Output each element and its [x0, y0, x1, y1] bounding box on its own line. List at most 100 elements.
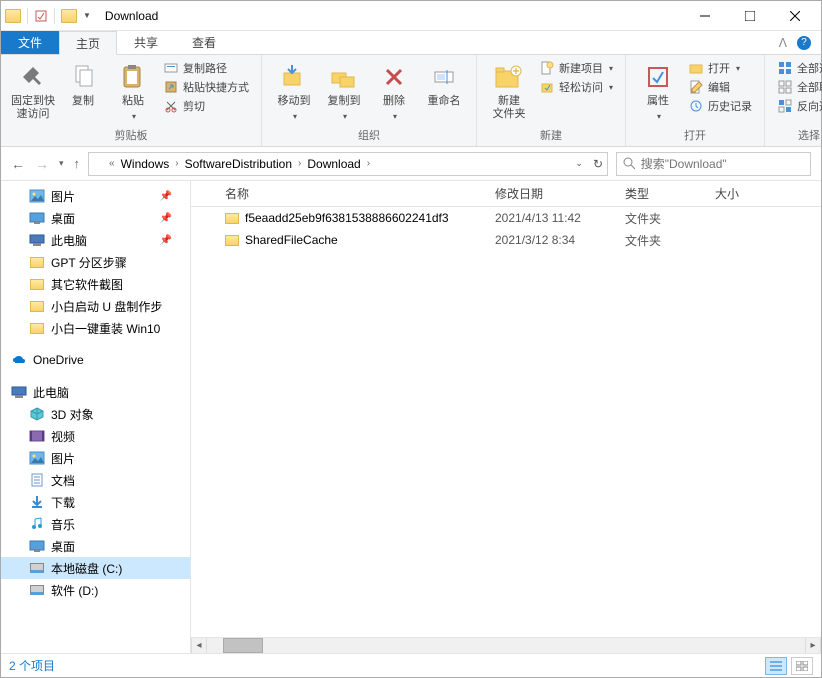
edit-button[interactable]: 编辑: [684, 78, 756, 96]
paste-shortcut-button[interactable]: 粘贴快捷方式: [159, 78, 253, 96]
up-button[interactable]: ↑: [74, 156, 81, 171]
pictures-icon: [29, 450, 45, 466]
status-bar: 2 个项目: [1, 653, 821, 677]
3d-icon: [29, 406, 45, 422]
breadcrumb-1[interactable]: SoftwareDistribution: [181, 157, 296, 171]
breadcrumb-root-chevron[interactable]: «: [109, 158, 115, 169]
pc-icon: [29, 232, 45, 248]
tab-file[interactable]: 文件: [1, 31, 59, 54]
sidebar-item[interactable]: 小白启动 U 盘制作步: [1, 295, 190, 317]
sidebar-item[interactable]: 本地磁盘 (C:): [1, 557, 190, 579]
cut-button[interactable]: 剪切: [159, 97, 253, 115]
copy-path-button[interactable]: 复制路径: [159, 59, 253, 77]
sidebar-item[interactable]: 音乐: [1, 513, 190, 535]
breadcrumb-2[interactable]: Download: [303, 157, 364, 171]
file-row[interactable]: SharedFileCache2021/3/12 8:34文件夹: [191, 229, 821, 251]
sidebar-item[interactable]: 桌面📌: [1, 207, 190, 229]
open-button[interactable]: 打开▾: [684, 59, 756, 77]
col-type[interactable]: 类型: [617, 185, 707, 202]
horizontal-scrollbar[interactable]: ◂▸: [191, 637, 821, 653]
col-name[interactable]: 名称: [217, 185, 487, 202]
sidebar-item-label: 文档: [51, 472, 75, 489]
pc-icon: [11, 384, 27, 400]
forward-button[interactable]: →: [35, 156, 49, 172]
ribbon-collapse-icon[interactable]: ᐱ: [779, 36, 787, 50]
sidebar-item[interactable]: OneDrive: [1, 349, 190, 371]
sidebar-item[interactable]: 此电脑 📌: [1, 229, 190, 251]
search-box[interactable]: [616, 152, 811, 176]
copyto-button[interactable]: 复制到▾: [320, 59, 368, 125]
easyaccess-button[interactable]: 轻松访问▾: [535, 78, 617, 96]
sidebar-item-label: 音乐: [51, 516, 75, 533]
newfolder-button[interactable]: 新建 文件夹: [485, 59, 533, 123]
address-bar[interactable]: « Windows › SoftwareDistribution › Downl…: [88, 152, 608, 176]
sidebar-item[interactable]: 其它软件截图: [1, 273, 190, 295]
group-new-label: 新建: [485, 125, 617, 146]
view-details-button[interactable]: [765, 657, 787, 675]
sidebar-item-label: 此电脑: [51, 232, 87, 249]
group-organize: 移动到▾ 复制到▾ 删除▾ 重命名 组织: [262, 55, 477, 146]
search-input[interactable]: [641, 157, 804, 171]
file-row[interactable]: f5eaadd25eb9f6381538886602241df32021/4/1…: [191, 207, 821, 229]
qat-dropdown-icon[interactable]: ▼: [83, 11, 91, 20]
back-button[interactable]: ←: [11, 156, 25, 172]
address-dropdown-icon[interactable]: ⌄: [575, 158, 583, 169]
minimize-button[interactable]: [682, 2, 727, 30]
search-icon: [623, 157, 635, 170]
rename-button[interactable]: 重命名: [420, 59, 468, 110]
folder-icon: [29, 254, 45, 270]
pictures-icon: [29, 188, 45, 204]
sidebar-item[interactable]: 小白一键重装 Win10: [1, 317, 190, 339]
sidebar-item[interactable]: 桌面: [1, 535, 190, 557]
paste-button[interactable]: 粘贴▾: [109, 59, 157, 125]
sidebar-item[interactable]: 3D 对象: [1, 403, 190, 425]
sidebar-item-label: 软件 (D:): [51, 582, 98, 599]
sidebar-item-label: 图片: [51, 188, 75, 205]
close-button[interactable]: [772, 2, 817, 30]
group-open-label: 打开: [634, 125, 756, 146]
help-icon[interactable]: ?: [797, 36, 811, 50]
sidebar-item[interactable]: GPT 分区步骤: [1, 251, 190, 273]
invertselection-button[interactable]: 反向选择: [773, 97, 822, 115]
selectall-button[interactable]: 全部选择: [773, 59, 822, 77]
sidebar-item-label: 下载: [51, 494, 75, 511]
tab-share[interactable]: 共享: [117, 31, 175, 54]
sidebar[interactable]: 图片📌桌面📌 此电脑 📌 GPT 分区步骤其它软件截图小白启动 U 盘制作步小白一键重…: [1, 181, 191, 653]
folder-icon: [29, 320, 45, 336]
recent-dropdown[interactable]: ▾: [59, 158, 64, 169]
breadcrumb-0[interactable]: Windows: [117, 157, 174, 171]
drive-icon: [29, 560, 45, 576]
qat-newfolder-icon[interactable]: [61, 9, 77, 23]
delete-button[interactable]: 删除▾: [370, 59, 418, 125]
col-date[interactable]: 修改日期: [487, 185, 617, 202]
qat-properties-icon[interactable]: [34, 9, 48, 23]
refresh-button[interactable]: ↻: [593, 157, 603, 171]
sidebar-item[interactable]: 图片📌: [1, 185, 190, 207]
folder-icon: [29, 276, 45, 292]
folder-icon: [29, 298, 45, 314]
sidebar-item[interactable]: 文档: [1, 469, 190, 491]
moveto-button[interactable]: 移动到▾: [270, 59, 318, 125]
sidebar-item[interactable]: 下载: [1, 491, 190, 513]
pin-quickaccess-button[interactable]: 固定到快 速访问: [9, 59, 57, 123]
file-type: 文件夹: [617, 210, 707, 227]
sidebar-item[interactable]: 软件 (D:): [1, 579, 190, 601]
sidebar-item[interactable]: 视频: [1, 425, 190, 447]
sidebar-item-label: 小白启动 U 盘制作步: [51, 298, 162, 315]
history-button[interactable]: 历史记录: [684, 97, 756, 115]
sidebar-item-label: 其它软件截图: [51, 276, 123, 293]
newitem-button[interactable]: 新建项目▾: [535, 59, 617, 77]
col-size[interactable]: 大小: [707, 185, 767, 202]
pin-icon: 📌: [160, 235, 172, 246]
copy-button[interactable]: 复制: [59, 59, 107, 110]
maximize-button[interactable]: [727, 2, 772, 30]
onedrive-icon: [11, 352, 27, 368]
view-icons-button[interactable]: [791, 657, 813, 675]
sidebar-item-label: 桌面: [51, 538, 75, 555]
tab-view[interactable]: 查看: [175, 31, 233, 54]
tab-home[interactable]: 主页: [59, 31, 117, 55]
sidebar-item[interactable]: 图片: [1, 447, 190, 469]
selectnone-button[interactable]: 全部取消: [773, 78, 822, 96]
sidebar-item[interactable]: 此电脑: [1, 381, 190, 403]
properties-button[interactable]: 属性▾: [634, 59, 682, 125]
